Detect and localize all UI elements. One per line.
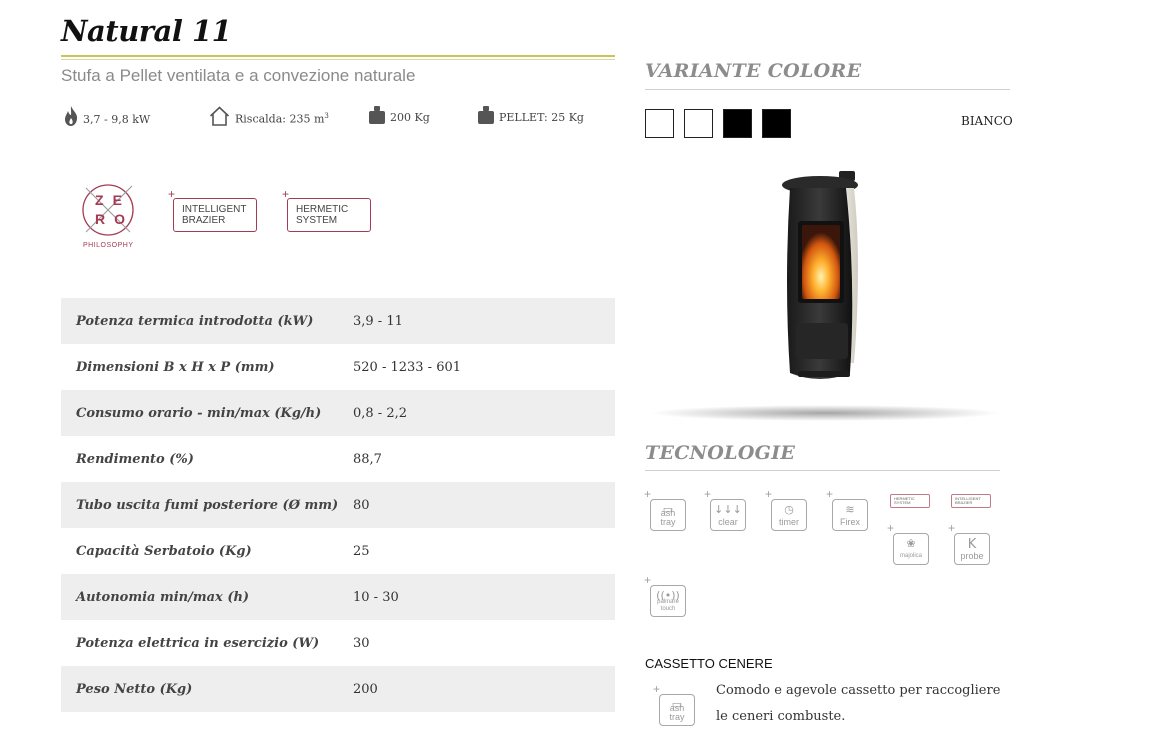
color-swatch-white-2[interactable] — [684, 109, 713, 138]
spec-heating-text: Riscalda: 235 m3 — [235, 112, 329, 126]
intelligent-brazier-icon[interactable]: INTELLIGENT BRAZIER — [951, 494, 991, 508]
plus-icon: + — [644, 573, 652, 587]
spec-weight: 200 Kg — [369, 106, 430, 124]
plus-icon: + — [948, 521, 956, 535]
title-divider-thin — [61, 59, 615, 60]
badge-line-2: SYSTEM — [296, 215, 338, 226]
table-row: Dimensioni B x H x P (mm) 520 - 1233 - 60… — [61, 344, 615, 390]
row-value: 200 — [353, 681, 378, 697]
row-value: 80 — [353, 497, 370, 513]
table-row: Peso Netto (Kg) 200 — [61, 666, 615, 712]
intelligent-brazier-badge: + INTELLIGENT BRAZIER — [168, 188, 257, 232]
ash-drawer-heading: CASSETTO CENERE — [645, 656, 773, 671]
badge-line-2: BRAZIER — [182, 215, 226, 226]
row-value: 25 — [353, 543, 370, 559]
flame-icon — [64, 106, 78, 126]
clear-icon[interactable]: + ↓↓↓ clear — [704, 487, 746, 531]
row-label: Dimensioni B x H x P (mm) — [76, 359, 275, 375]
table-row: Potenza elettrica in esercizio (W) 30 — [61, 620, 615, 666]
row-value: 0,8 - 2,2 — [353, 405, 408, 421]
color-swatch-black[interactable] — [723, 109, 752, 138]
row-label: Autonomia min/max (h) — [76, 589, 250, 605]
table-row: Autonomia min/max (h) 10 - 30 — [61, 574, 615, 620]
badge-line-1: INTELLIGENT — [182, 204, 247, 215]
weight-icon — [478, 106, 494, 124]
table-row: Tubo uscita fumi posteriore (Ø mm) 80 — [61, 482, 615, 528]
ash-tray-icon: + ▭ ash tray — [653, 682, 695, 726]
ash-tray-icon[interactable]: + ▭ ash tray — [644, 487, 686, 531]
spec-weight-text: 200 Kg — [390, 111, 430, 124]
row-label: Capacità Serbatoio (Kg) — [76, 543, 252, 559]
table-row: Rendimento (%) 88,7 — [61, 436, 615, 482]
product-image — [650, 163, 1000, 428]
weight-icon — [369, 106, 385, 124]
technologies-divider — [645, 470, 1000, 471]
spec-pellet: PELLET: 25 Kg — [478, 106, 584, 124]
spec-power: 3,7 - 9,8 kW — [64, 106, 150, 126]
plus-icon: + — [765, 487, 773, 501]
hermetic-system-badge: + HERMETIC SYSTEM — [282, 188, 371, 232]
row-label: Tubo uscita fumi posteriore (Ø mm) — [76, 497, 339, 513]
product-subtitle: Stufa a Pellet ventilata e a convezione … — [61, 66, 416, 85]
product-title: Natural 11 — [61, 14, 232, 48]
zero-letters-bottom: RO — [95, 211, 135, 227]
table-row: Capacità Serbatoio (Kg) 25 — [61, 528, 615, 574]
spec-pellet-text: PELLET: 25 Kg — [499, 111, 584, 124]
plus-icon: + — [826, 487, 834, 501]
row-label: Peso Netto (Kg) — [76, 681, 193, 697]
ash-drawer-description: Comodo e agevole cassetto per raccoglier… — [716, 683, 1001, 724]
plus-icon: + — [887, 521, 895, 535]
table-row: Potenza termica introdotta (kW) 3,9 - 11 — [61, 298, 615, 344]
majolica-icon[interactable]: + ❀ majolica — [887, 521, 929, 565]
row-label: Rendimento (%) — [76, 451, 194, 467]
zero-philosophy-logo: ZE RO PHILOSOPHY — [78, 182, 142, 252]
plus-icon: + — [168, 187, 176, 201]
row-label: Potenza termica introdotta (kW) — [76, 313, 314, 329]
badge-line-1: HERMETIC — [296, 204, 349, 215]
palmare-touch-icon[interactable]: + ((•)) palmare touch — [644, 573, 686, 617]
selected-color-label: BIANCO — [961, 114, 1013, 128]
timer-icon[interactable]: + ◷ timer — [765, 487, 807, 531]
variant-color-heading: VARIANTE COLORE — [645, 60, 862, 82]
spec-power-text: 3,7 - 9,8 kW — [83, 113, 151, 126]
firex-icon[interactable]: + ≋ Firex — [826, 487, 868, 531]
row-label: Potenza elettrica in esercizio (W) — [76, 635, 320, 651]
row-value: 88,7 — [353, 451, 382, 467]
row-value: 520 - 1233 - 601 — [353, 359, 462, 375]
row-value: 30 — [353, 635, 370, 651]
hermetic-system-icon[interactable]: HERMETIC SYSTEM — [890, 494, 930, 508]
technologies-heading: TECNOLOGIE — [645, 442, 796, 464]
color-swatch-black-2[interactable] — [762, 109, 791, 138]
color-swatch-white[interactable] — [645, 109, 674, 138]
spec-heating: Riscalda: 235 m3 — [209, 106, 329, 126]
title-divider — [61, 55, 615, 57]
zero-letters-top: ZE — [95, 192, 131, 208]
plus-icon: + — [704, 487, 712, 501]
plus-icon: + — [282, 187, 290, 201]
zero-caption: PHILOSOPHY — [83, 242, 134, 249]
row-label: Consumo orario - min/max (Kg/h) — [76, 405, 322, 421]
k-probe-icon[interactable]: + K probe — [948, 521, 990, 565]
house-icon — [209, 106, 230, 126]
row-value: 10 - 30 — [353, 589, 399, 605]
plus-icon: + — [653, 682, 661, 696]
table-row: Consumo orario - min/max (Kg/h) 0,8 - 2,2 — [61, 390, 615, 436]
plus-icon: + — [644, 487, 652, 501]
row-value: 3,9 - 11 — [353, 313, 403, 329]
variant-divider — [645, 89, 1010, 90]
spec-table: Potenza termica introdotta (kW) 3,9 - 11 … — [61, 298, 615, 712]
